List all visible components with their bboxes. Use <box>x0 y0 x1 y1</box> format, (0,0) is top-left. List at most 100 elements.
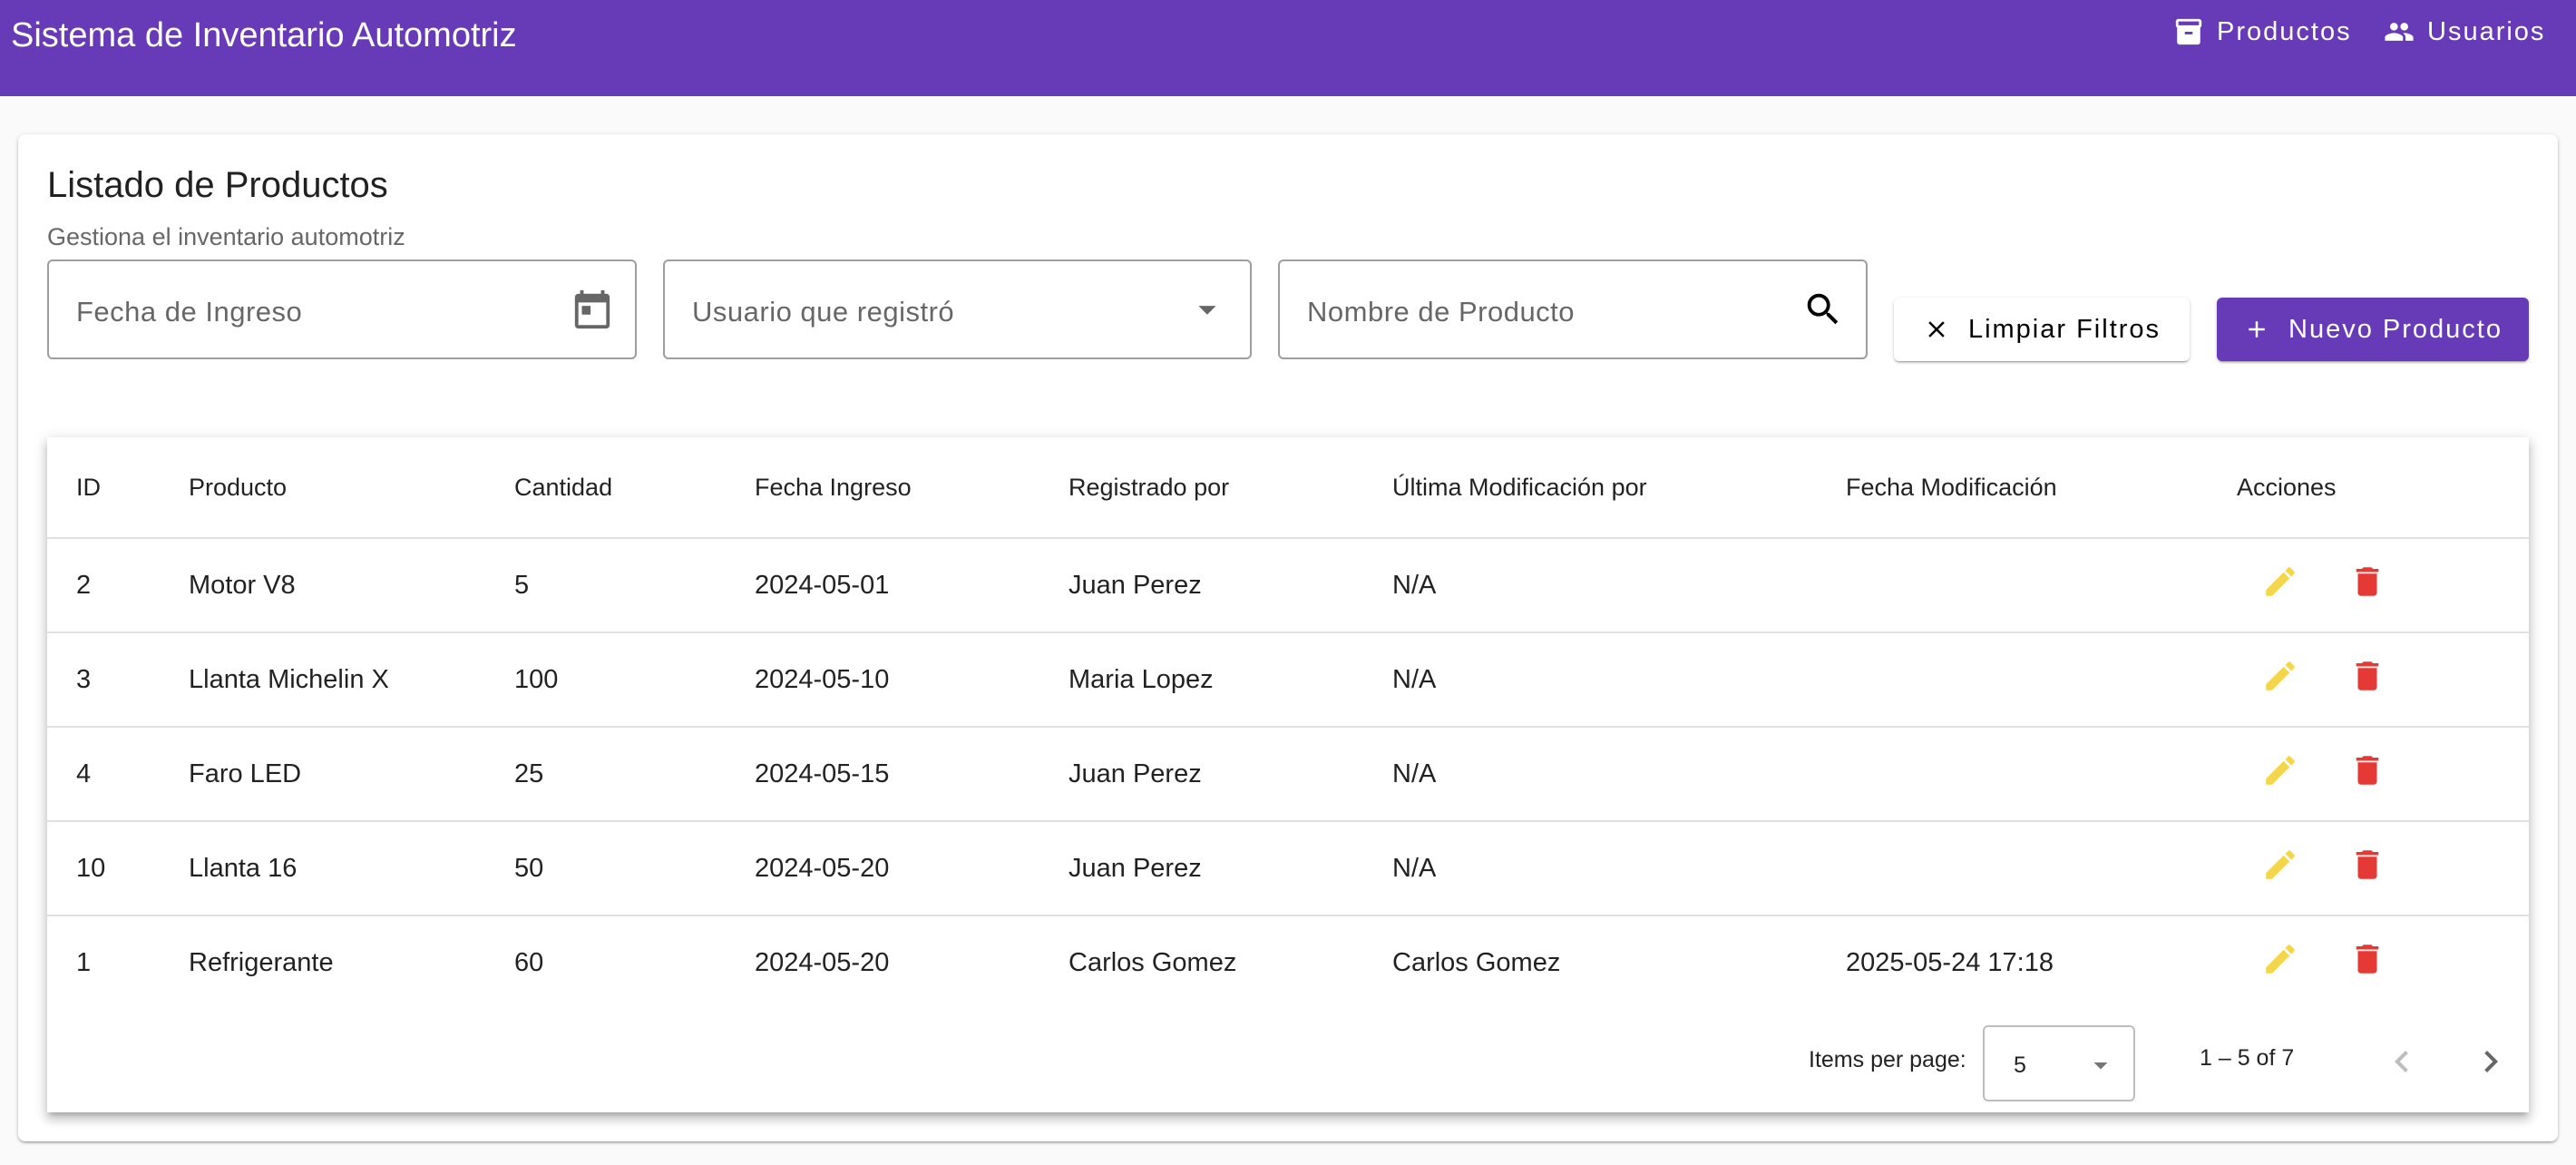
table-row: 1 Refrigerante 60 2024-05-20 Carlos Gomez Car… <box>47 915 2529 1009</box>
cell-ultima-modificacion: N/A <box>1392 727 1846 822</box>
search-icon[interactable] <box>1802 289 1844 330</box>
cell-fecha-modificacion <box>1846 632 2237 728</box>
page-subtitle: Gestiona el inventario automotriz <box>47 223 405 250</box>
add-icon <box>2249 321 2265 338</box>
usuario-select[interactable]: Usuario que registró <box>663 259 1252 359</box>
products-card: Listado de Productos Gestiona el inventa… <box>18 134 2558 1141</box>
delete-button[interactable] <box>2340 935 2395 990</box>
column-header-registrado-por[interactable]: Registrado por <box>1068 437 1392 539</box>
cell-cantidad: 25 <box>514 727 755 822</box>
dropdown-arrow-icon <box>2093 1062 2108 1070</box>
column-header-fecha-modificacion[interactable]: Fecha Modificación <box>1846 437 2237 539</box>
cell-fecha-modificacion <box>1846 821 2237 916</box>
cell-cantidad: 50 <box>514 821 755 916</box>
cell-ultima-modificacion: N/A <box>1392 538 1846 633</box>
nav-usuarios-label: Usuarios <box>2427 16 2546 46</box>
delete-button[interactable] <box>2340 558 2395 612</box>
limpiar-filtros-button[interactable]: Limpiar Filtros <box>1894 298 2190 361</box>
items-per-page-label: Items per page: <box>1809 1047 1966 1072</box>
cell-id: 2 <box>47 538 189 633</box>
cell-ultima-modificacion: Carlos Gomez <box>1392 947 1561 977</box>
products-table: ID Producto Cantidad Fecha Ingreso Regis… <box>47 437 2529 1009</box>
cell-cantidad: 100 <box>514 632 755 728</box>
table-row: 4 Faro LED 25 2024-05-15 Juan Perez N/A <box>47 727 2529 822</box>
cell-id: 1 <box>76 947 92 977</box>
table-row: 3 Llanta Michelin X 100 2024-05-10 Maria Lop… <box>47 632 2529 728</box>
cell-producto: Refrigerante <box>189 947 334 977</box>
cell-fecha-modificacion <box>1846 538 2237 633</box>
column-header-cantidad[interactable]: Cantidad <box>514 437 755 539</box>
cell-fecha-modificacion <box>1846 727 2237 822</box>
cell-acciones <box>2237 821 2529 916</box>
people-icon <box>2385 23 2414 41</box>
cell-acciones <box>2237 538 2529 633</box>
edit-button[interactable] <box>2253 558 2308 612</box>
table-body: 2 Motor V8 5 2024-05-01 Juan Perez N/A 3 Llanta… <box>47 538 2529 1009</box>
cell-id: 10 <box>47 821 189 916</box>
paginator: Items per page: 5 1 – 5 of 7 <box>47 1014 2529 1112</box>
page-size-select[interactable]: 5 <box>1983 1025 2135 1101</box>
column-header-ultima-modificacion[interactable]: Última Modificación por <box>1392 437 1846 539</box>
row-actions <box>2237 747 2529 801</box>
column-header-fecha-ingreso[interactable]: Fecha Ingreso <box>755 437 1068 539</box>
dropdown-arrow-icon <box>1186 289 1228 330</box>
cell-fecha-ingreso: 2024-05-20 <box>755 947 890 977</box>
pencil-icon <box>2261 940 2299 985</box>
cell-fecha-ingreso: 2024-05-15 <box>755 727 1068 822</box>
cell-registrado-por: Maria Lopez <box>1068 632 1392 728</box>
column-header-producto[interactable]: Producto <box>189 437 514 539</box>
table-row: 2 Motor V8 5 2024-05-01 Juan Perez N/A <box>47 538 2529 633</box>
products-table-container: ID Producto Cantidad Fecha Ingreso Regis… <box>47 437 2529 1112</box>
table-header-row: ID Producto Cantidad Fecha Ingreso Regis… <box>47 437 2529 539</box>
cell-registrado-por: Juan Perez <box>1068 727 1392 822</box>
cell-acciones <box>2237 915 2529 1009</box>
cell-registrado-por: Carlos Gomez <box>1068 947 1237 977</box>
calendar-icon[interactable] <box>571 289 613 330</box>
edit-button[interactable] <box>2253 935 2308 990</box>
page-title: Listado de Productos <box>47 165 388 205</box>
cell-fecha-modificacion: 2025-05-24 17:18 <box>1846 947 2054 977</box>
cell-acciones <box>2237 727 2529 822</box>
delete-button[interactable] <box>2340 747 2395 801</box>
cell-id: 3 <box>47 632 189 728</box>
trash-icon <box>2348 940 2386 985</box>
edit-button[interactable] <box>2253 652 2308 707</box>
edit-button[interactable] <box>2253 841 2308 896</box>
close-icon <box>1928 321 1945 338</box>
cell-producto: Faro LED <box>189 727 514 822</box>
column-header-id[interactable]: ID <box>47 437 189 539</box>
chevron-right-icon <box>2484 1051 2498 1072</box>
cell-acciones <box>2237 632 2529 728</box>
chevron-left-icon <box>2395 1051 2408 1072</box>
row-actions <box>2237 841 2529 896</box>
nombre-producto-placeholder: Nombre de Producto <box>1307 296 1576 328</box>
fecha-ingreso-field[interactable]: Fecha de Ingreso <box>47 259 637 359</box>
nav-usuarios[interactable]: Usuarios <box>2384 16 2545 47</box>
app-title: Sistema de Inventario Automotriz <box>11 16 517 54</box>
next-page-button[interactable] <box>2469 1040 2513 1083</box>
previous-page-button[interactable] <box>2380 1040 2424 1083</box>
cell-cantidad: 60 <box>514 947 544 977</box>
trash-icon <box>2348 657 2386 702</box>
row-actions <box>2237 652 2529 707</box>
pencil-icon <box>2261 657 2299 702</box>
nuevo-producto-button[interactable]: Nuevo Producto <box>2217 298 2529 361</box>
nombre-producto-field[interactable]: Nombre de Producto <box>1278 259 1868 359</box>
trash-icon <box>2348 563 2386 608</box>
cell-producto: Motor V8 <box>189 538 514 633</box>
trash-icon <box>2348 846 2386 891</box>
trash-icon <box>2348 751 2386 797</box>
cell-fecha-ingreso: 2024-05-01 <box>755 538 1068 633</box>
cell-cantidad: 5 <box>514 538 755 633</box>
row-actions <box>2237 558 2529 612</box>
inventory-box-icon <box>2175 18 2202 45</box>
top-app-bar: Sistema de Inventario Automotriz Product… <box>0 0 2576 96</box>
edit-button[interactable] <box>2253 747 2308 801</box>
cell-registrado-por: Juan Perez <box>1068 538 1392 633</box>
delete-button[interactable] <box>2340 841 2395 896</box>
delete-button[interactable] <box>2340 652 2395 707</box>
table-row: 10 Llanta 16 50 2024-05-20 Juan Perez N/A <box>47 821 2529 916</box>
cell-fecha-ingreso: 2024-05-20 <box>755 821 1068 916</box>
nav-productos[interactable]: Productos <box>2173 16 2352 47</box>
cell-producto: Llanta 16 <box>189 821 514 916</box>
